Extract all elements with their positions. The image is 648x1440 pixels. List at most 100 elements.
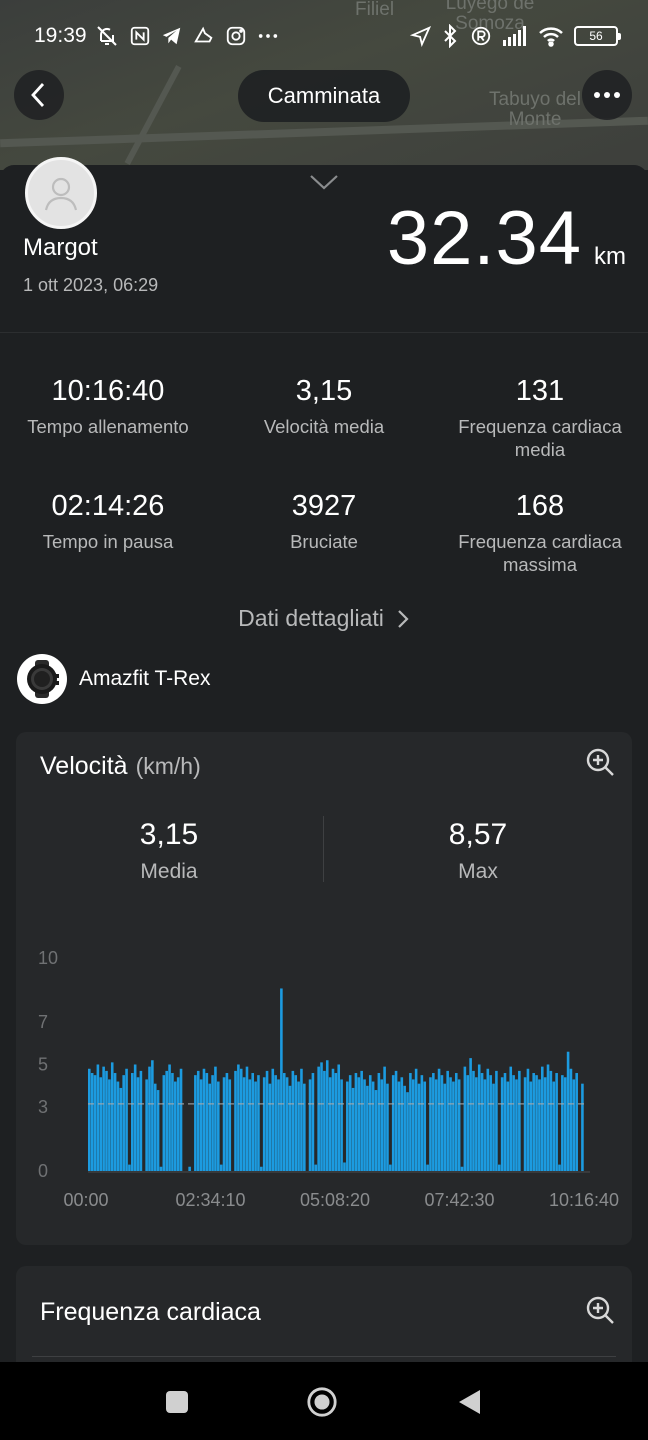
speed-bar — [96, 1064, 100, 1171]
speed-card: Velocità (km/h) 3,15 Media 8,57 Max 03571… — [16, 732, 632, 1245]
chevron-down-icon — [310, 175, 338, 190]
speed-bar — [400, 1077, 404, 1171]
speed-bar — [300, 1068, 303, 1171]
speed-bar — [113, 1073, 117, 1171]
speed-bar — [99, 1077, 103, 1171]
back-nav-button[interactable] — [453, 1386, 485, 1418]
speed-bar — [523, 1077, 527, 1171]
speed-bar — [420, 1075, 424, 1171]
speed-bar — [360, 1070, 363, 1171]
back-button[interactable] — [14, 70, 64, 120]
speed-bar — [308, 1079, 312, 1171]
speed-bar — [561, 1075, 564, 1171]
speed-bar — [331, 1068, 335, 1171]
speed-bar — [136, 1077, 140, 1171]
speed-bar — [581, 1083, 584, 1171]
speed-bar — [90, 1073, 94, 1171]
speed-bar — [414, 1068, 418, 1171]
collapse-sheet-button[interactable] — [308, 172, 340, 197]
more-horizontal-icon — [594, 92, 620, 98]
speed-bar — [254, 1081, 257, 1171]
speed-bar — [423, 1081, 427, 1171]
speed-bar — [225, 1073, 229, 1171]
speed-bar — [368, 1075, 372, 1171]
speed-bar — [188, 1166, 191, 1171]
speed-bar — [165, 1070, 168, 1171]
speed-bar — [228, 1079, 232, 1171]
speed-bar — [434, 1079, 438, 1171]
speed-bar — [311, 1073, 315, 1171]
bluetooth-icon — [444, 24, 457, 48]
speed-bar — [131, 1073, 134, 1171]
home-button[interactable] — [306, 1386, 338, 1418]
speed-bar — [260, 1166, 263, 1171]
speed-bar — [211, 1075, 214, 1171]
stat-value: 131 — [515, 375, 565, 407]
speed-bar — [552, 1081, 556, 1171]
x-tick-label: 10:16:40 — [549, 1190, 619, 1210]
heart-rate-zoom-button[interactable] — [584, 1294, 616, 1331]
speed-bar — [205, 1073, 209, 1171]
shoe-icon — [194, 26, 213, 43]
speed-bar — [469, 1058, 472, 1171]
triangle-back-icon — [459, 1390, 480, 1414]
speed-bar — [288, 1085, 292, 1171]
speed-bar — [202, 1068, 206, 1171]
chevron-left-icon — [31, 83, 45, 107]
speed-bar — [575, 1073, 578, 1171]
chevron-right-icon — [398, 609, 409, 628]
map-place-label: Tabuyo del Monte — [489, 89, 581, 130]
wifi-icon — [539, 27, 563, 47]
speed-bar — [566, 1051, 570, 1171]
speed-bar — [391, 1075, 395, 1171]
detailed-data-link[interactable]: Dati dettagliati — [0, 605, 648, 632]
more-options-button[interactable] — [582, 70, 632, 120]
speed-bar — [526, 1068, 530, 1171]
speed-bar — [532, 1073, 535, 1171]
speed-bar — [116, 1081, 120, 1171]
signal-icon — [503, 26, 526, 46]
speed-bar — [480, 1073, 484, 1171]
speed-bar — [303, 1083, 306, 1171]
status-bar: 19:39 56 — [0, 0, 648, 72]
speed-bar — [159, 1166, 163, 1171]
speed-bar — [234, 1070, 237, 1171]
speed-bar — [337, 1064, 341, 1171]
speed-bar — [495, 1070, 498, 1171]
speed-bar — [449, 1077, 452, 1171]
speed-bar — [429, 1077, 432, 1171]
speed-bar — [108, 1079, 111, 1171]
speed-bar — [156, 1090, 160, 1171]
speed-bar — [340, 1079, 343, 1171]
speed-bar — [563, 1077, 567, 1171]
battery-indicator: 56 — [574, 26, 621, 46]
speed-bar — [457, 1079, 461, 1171]
speed-bar — [268, 1083, 272, 1171]
system-icons: 56 — [410, 22, 621, 50]
speed-bar — [214, 1066, 217, 1171]
speed-bar — [274, 1075, 277, 1171]
speed-bar — [320, 1062, 323, 1171]
speed-bar — [397, 1081, 401, 1171]
speed-bar — [460, 1166, 464, 1171]
speed-bar — [409, 1073, 412, 1171]
speed-bar — [139, 1070, 143, 1171]
recent-apps-button[interactable] — [161, 1386, 193, 1418]
stat-training-time: 10:16:40 Tempo allenamento — [0, 374, 216, 438]
device-row[interactable]: Amazfit T-Rex — [17, 654, 210, 704]
speed-bar — [558, 1164, 561, 1171]
speed-bar — [328, 1077, 332, 1171]
speed-bar — [497, 1164, 501, 1171]
device-name: Amazfit T-Rex — [79, 667, 211, 690]
more-notifications-icon — [258, 34, 278, 38]
user-name: Margot — [23, 234, 98, 261]
speed-bar — [477, 1064, 481, 1171]
smartwatch-icon — [27, 660, 59, 698]
stat-label: Frequenza cardiaca media — [458, 416, 622, 460]
speed-bar — [151, 1060, 154, 1171]
distance-unit: km — [594, 243, 626, 270]
speed-chart[interactable]: 0 3 5 7 10 00:00 02:34:10 05:08:20 07:42:30 10:16… — [16, 732, 632, 1245]
avatar[interactable] — [25, 157, 97, 229]
speed-bar — [280, 988, 283, 1171]
square-icon — [166, 1391, 188, 1413]
